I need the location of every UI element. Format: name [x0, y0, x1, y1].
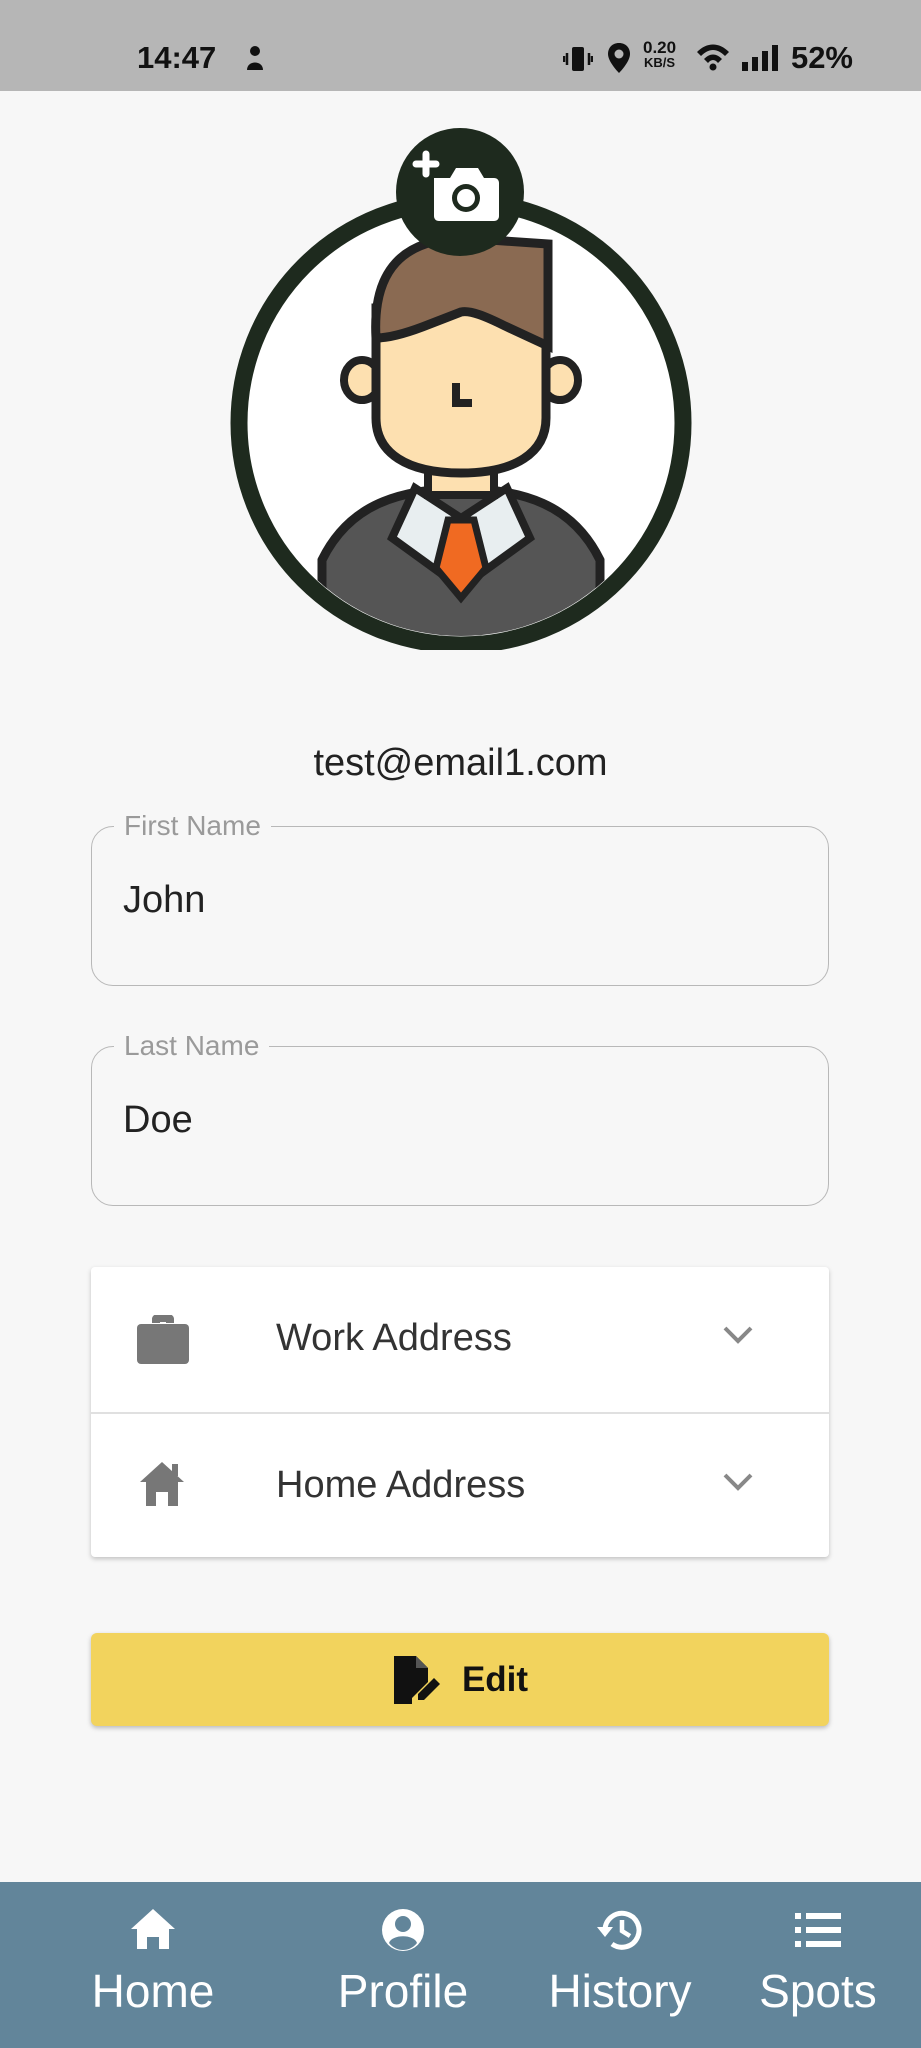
home-address-row[interactable]: Home Address: [91, 1412, 829, 1557]
first-name-field[interactable]: First Name John: [91, 810, 829, 986]
nav-label-home: Home: [91, 1965, 215, 2017]
list-icon: [795, 1913, 841, 1947]
work-address-row[interactable]: Work Address: [91, 1267, 829, 1412]
avatar-illustration: [230, 192, 692, 654]
status-time: 14:47: [137, 40, 217, 75]
last-name-value: Doe: [123, 1099, 193, 1141]
nav-item-spots[interactable]: Spots: [748, 1882, 888, 2048]
first-name-label: First Name: [114, 810, 271, 842]
battery-level: 52%: [790, 40, 853, 75]
work-address-label: Work Address: [276, 1317, 512, 1359]
add-photo-button[interactable]: [396, 128, 524, 256]
chevron-down-icon: [723, 1473, 753, 1491]
network-speed: 0.20 KB/S: [643, 38, 677, 70]
edit-button[interactable]: Edit: [91, 1633, 829, 1726]
nav-label-profile: Profile: [337, 1965, 469, 2017]
status-bar: 14:47 0.20 KB/S 52%: [0, 0, 921, 91]
vibrate-icon: [563, 47, 593, 71]
location-icon: [608, 43, 630, 73]
nav-item-history[interactable]: History: [530, 1882, 710, 2048]
avatar[interactable]: [230, 192, 692, 654]
chevron-down-icon: [723, 1326, 753, 1344]
home-icon: [140, 1462, 184, 1506]
nav-label-spots: Spots: [759, 1965, 877, 2017]
nav-label-history: History: [548, 1965, 692, 2017]
history-icon: [597, 1910, 642, 1950]
home-icon: [131, 1909, 175, 1949]
home-address-label: Home Address: [276, 1464, 526, 1506]
first-name-value: John: [123, 879, 206, 921]
address-accordion: Work Address Home Address: [91, 1267, 829, 1557]
network-speed-unit: KB/S: [644, 55, 676, 70]
nav-item-profile[interactable]: Profile: [320, 1882, 486, 2048]
network-speed-value: 0.20: [643, 38, 677, 57]
edit-button-label: Edit: [461, 1659, 529, 1699]
last-name-field[interactable]: Last Name Doe: [91, 1030, 829, 1206]
add-photo-icon: [412, 150, 499, 221]
account-icon: [382, 1909, 424, 1951]
user-email: test@email1.com: [313, 742, 608, 784]
wifi-icon: [697, 44, 729, 71]
bottom-navigation: Home Profile History Spots: [0, 1882, 921, 2048]
nav-item-home[interactable]: Home: [70, 1882, 236, 2048]
last-name-label: Last Name: [114, 1030, 270, 1062]
briefcase-icon: [137, 1315, 189, 1364]
signal-icon: [742, 45, 778, 71]
notification-person-icon: [247, 46, 263, 70]
edit-document-icon: [393, 1655, 440, 1704]
